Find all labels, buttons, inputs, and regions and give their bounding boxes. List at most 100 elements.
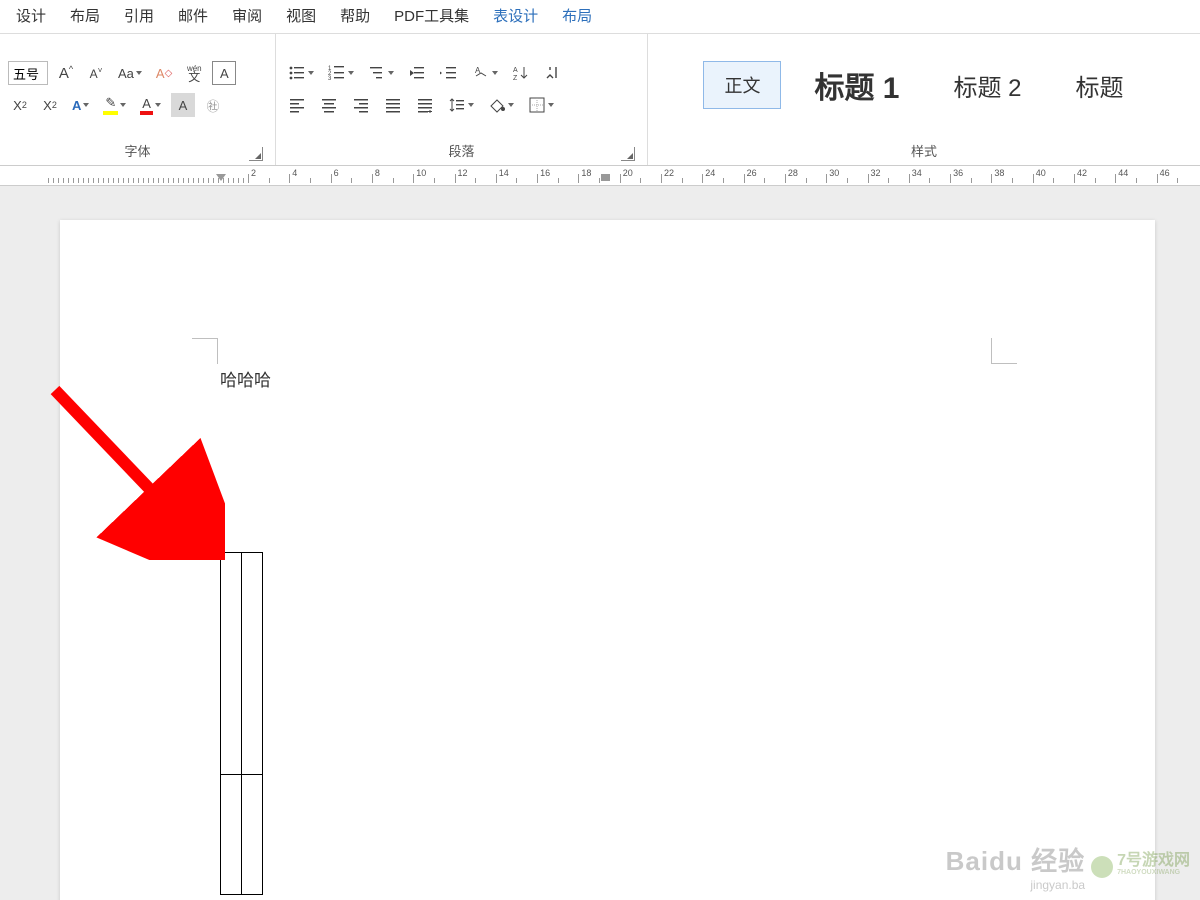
svg-text:A: A	[513, 67, 518, 74]
clear-format-button[interactable]: A◇	[152, 61, 176, 85]
subscript-button[interactable]: X2	[8, 93, 32, 117]
line-spacing-button[interactable]	[444, 93, 478, 117]
paragraph-dialog-launcher[interactable]	[621, 147, 635, 161]
change-case-button[interactable]: Aa	[114, 61, 146, 85]
ruler-tick-label: 34	[912, 168, 922, 178]
superscript-button[interactable]: X2	[38, 93, 62, 117]
font-color-button[interactable]: A	[136, 93, 165, 117]
margin-corner-top-left	[192, 338, 218, 364]
enclose-char-button[interactable]: ㊓	[201, 93, 225, 117]
ruler-tick-label: 24	[705, 168, 715, 178]
increase-indent-button[interactable]	[436, 61, 462, 85]
align-left-button[interactable]	[284, 93, 310, 117]
horizontal-ruler[interactable]: 2468101214161820222426283032343638404244…	[0, 166, 1200, 186]
asian-layout-button[interactable]: A	[468, 61, 502, 85]
ruler-tick-label: 28	[788, 168, 798, 178]
pilcrow-icon	[544, 64, 562, 82]
style-tile-h1[interactable]: 标题 1	[793, 52, 920, 118]
menu-item-引用[interactable]: 引用	[112, 0, 166, 34]
ribbon-group-styles: 正文标题 1标题 2标题 样式	[648, 34, 1200, 165]
ruler-tick-label: 18	[581, 168, 591, 178]
paint-bucket-icon	[488, 96, 506, 114]
ruler-tick-label: 22	[664, 168, 674, 178]
text-effects-button[interactable]: A	[68, 93, 93, 117]
align-right-icon	[352, 96, 370, 114]
document-area: 哈哈哈 Baidu 经验 jingyan.ba	[0, 186, 1200, 900]
menu-item-布局[interactable]: 布局	[550, 0, 604, 34]
align-distributed-button[interactable]	[412, 93, 438, 117]
style-tile-body[interactable]: 正文	[703, 61, 781, 109]
menu-item-帮助[interactable]: 帮助	[328, 0, 382, 34]
menu-item-设计[interactable]: 设计	[4, 0, 58, 34]
ribbon-group-styles-label: 样式	[911, 138, 937, 165]
decrease-indent-button[interactable]	[404, 61, 430, 85]
numbering-icon: 123	[328, 64, 346, 82]
svg-text:3: 3	[328, 76, 332, 82]
shading-button[interactable]	[484, 93, 518, 117]
table-row[interactable]	[221, 553, 263, 775]
menu-item-表设计[interactable]: 表设计	[481, 0, 550, 34]
ruler-tick-label: 32	[871, 168, 881, 178]
ruler-tick-label: 8	[375, 168, 380, 178]
header-text[interactable]: 哈哈哈	[220, 366, 271, 391]
ruler-tick-label: 26	[747, 168, 757, 178]
phonetic-guide-button[interactable]: wén文	[182, 61, 206, 85]
increase-font-button[interactable]: A^	[54, 61, 78, 85]
ruler-tick-label: 38	[994, 168, 1004, 178]
numbering-button[interactable]: 123	[324, 61, 358, 85]
ruler-tick-label: 30	[829, 168, 839, 178]
ruler-tick-label: 10	[416, 168, 426, 178]
document-table[interactable]	[220, 552, 263, 895]
font-size-select[interactable]: 五号	[8, 61, 48, 85]
menu-bar: 设计布局引用邮件审阅视图帮助PDF工具集表设计布局	[0, 0, 1200, 34]
borders-button[interactable]	[524, 93, 558, 117]
document-page[interactable]: 哈哈哈	[60, 220, 1155, 900]
indent-marker-first-line[interactable]	[216, 174, 226, 181]
style-tile-title[interactable]: 标题	[1055, 57, 1145, 114]
ruler-tick-label: 6	[334, 168, 339, 178]
menu-item-邮件[interactable]: 邮件	[166, 0, 220, 34]
align-center-icon	[320, 96, 338, 114]
show-marks-button[interactable]	[540, 61, 566, 85]
menu-item-PDF工具集[interactable]: PDF工具集	[382, 0, 481, 34]
align-center-button[interactable]	[316, 93, 342, 117]
ribbon-group-font-label: 字体	[8, 138, 267, 165]
sort-icon: AZ	[512, 64, 530, 82]
align-dist-icon	[416, 96, 434, 114]
menu-item-布局[interactable]: 布局	[58, 0, 112, 34]
ruler-tick-label: 20	[623, 168, 633, 178]
ribbon-group-paragraph: 123 A AZ	[276, 34, 648, 165]
font-size-value: 五号	[13, 64, 39, 83]
move-icon	[209, 540, 221, 552]
align-justify-button[interactable]	[380, 93, 406, 117]
ruler-tick-label: 36	[953, 168, 963, 178]
ribbon-group-paragraph-label: 段落	[284, 138, 639, 165]
ruler-tick-label: 40	[1036, 168, 1046, 178]
font-dialog-launcher[interactable]	[249, 147, 263, 161]
align-right-button[interactable]	[348, 93, 374, 117]
sort-button[interactable]: AZ	[508, 61, 534, 85]
multilevel-list-button[interactable]	[364, 61, 398, 85]
asian-layout-icon: A	[472, 64, 490, 82]
char-border-button[interactable]: A	[212, 61, 236, 85]
watermark: Baidu 经验 jingyan.ba 7号游戏网 7HAOYOUXIWANG	[946, 841, 1190, 892]
ribbon-group-font: 五号 A^ A˅ Aa A◇ wén文 A X2 X2 A ✎ A A ㊓ 字	[0, 34, 276, 165]
style-tile-h2[interactable]: 标题 2	[933, 57, 1043, 114]
indent-marker-tab[interactable]	[601, 174, 610, 181]
table-row[interactable]	[221, 775, 263, 895]
borders-icon	[528, 96, 546, 114]
indent-icon	[440, 64, 458, 82]
ruler-tick-label: 16	[540, 168, 550, 178]
bullets-button[interactable]	[284, 61, 318, 85]
ruler-tick-label: 4	[292, 168, 297, 178]
highlight-button[interactable]: ✎	[99, 93, 130, 117]
ruler-tick-label: 14	[499, 168, 509, 178]
outdent-icon	[408, 64, 426, 82]
menu-item-视图[interactable]: 视图	[274, 0, 328, 34]
ruler-tick-label: 42	[1077, 168, 1087, 178]
ruler-tick-label: 12	[458, 168, 468, 178]
char-shading-button[interactable]: A	[171, 93, 195, 117]
bullets-icon	[288, 64, 306, 82]
decrease-font-button[interactable]: A˅	[84, 61, 108, 85]
menu-item-审阅[interactable]: 审阅	[220, 0, 274, 34]
